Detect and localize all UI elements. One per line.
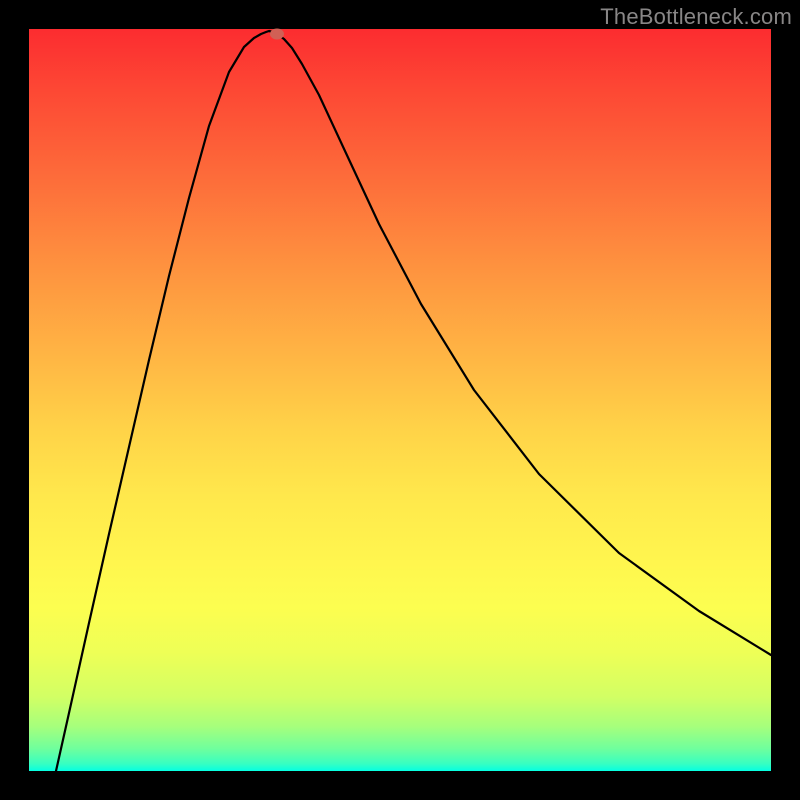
bottleneck-marker xyxy=(270,29,284,40)
plot-area xyxy=(29,29,771,771)
chart-container: TheBottleneck.com xyxy=(0,0,800,800)
bottleneck-curve xyxy=(56,31,771,771)
curve-svg xyxy=(29,29,771,771)
watermark-text: TheBottleneck.com xyxy=(600,4,792,30)
